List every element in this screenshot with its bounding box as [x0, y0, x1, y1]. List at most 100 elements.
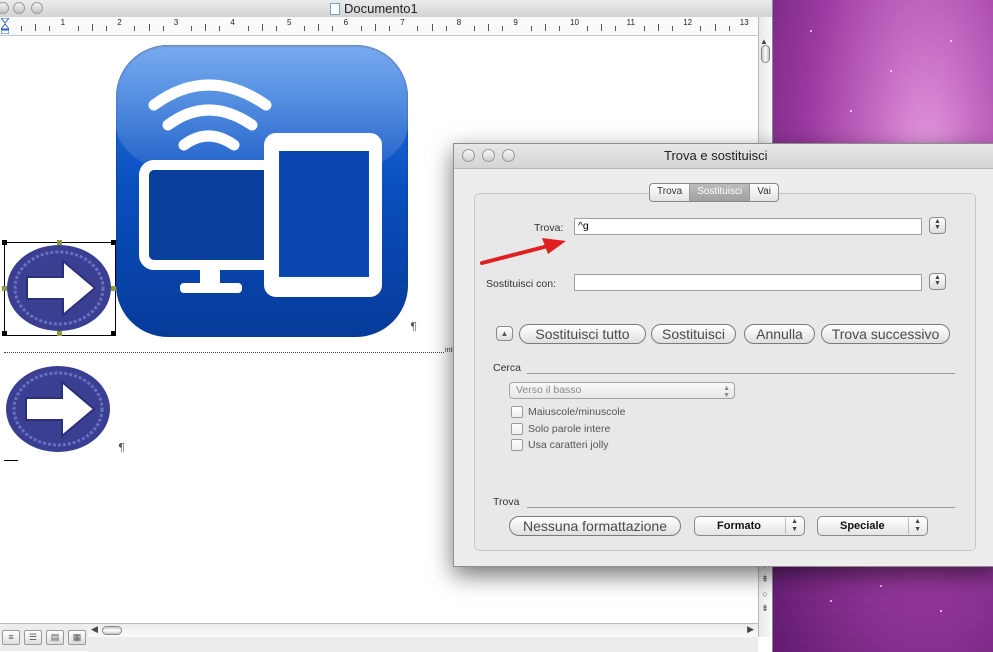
wildcards-checkbox[interactable]: Usa caratteri jolly: [511, 439, 609, 451]
ruler-number: 2: [117, 18, 122, 27]
section-divider: [527, 373, 955, 374]
paragraph-mark-icon: ¶: [410, 320, 417, 333]
print-layout-icon[interactable]: ▤: [46, 630, 64, 645]
minimize-window-button[interactable]: [13, 2, 25, 14]
ruler-number: 1: [60, 18, 66, 27]
replace-history-stepper[interactable]: ▲ ▼: [929, 273, 946, 290]
horizontal-scrollbar[interactable]: ◀ ▶: [88, 623, 758, 638]
find-input[interactable]: ^g: [574, 218, 922, 235]
special-popup-label: Speciale: [840, 520, 885, 532]
ruler-tick: [417, 26, 419, 31]
ruler-tick: [332, 26, 334, 31]
checkbox-label: Usa caratteri jolly: [528, 439, 609, 451]
next-page-icon[interactable]: ⇟: [761, 603, 769, 614]
draft-view-icon[interactable]: ≡: [2, 630, 20, 645]
tab-goto[interactable]: Vai: [749, 184, 778, 201]
section-break-line: [4, 352, 444, 353]
expand-options-button[interactable]: ▲: [496, 326, 513, 341]
ruler-tick: [530, 26, 532, 31]
ruler-tick: [49, 26, 51, 31]
replace-input[interactable]: [574, 274, 922, 291]
previous-page-icon[interactable]: ⇞: [761, 574, 769, 585]
find-section-label: Trova: [493, 496, 520, 508]
checkbox-label: Maiuscole/minuscole: [528, 406, 626, 418]
search-direction-select[interactable]: Verso il basso ▲ ▼: [509, 382, 735, 399]
outline-view-icon[interactable]: ☰: [24, 630, 42, 645]
ruler-tick: [728, 26, 730, 31]
horizontal-ruler[interactable]: 1 2 3 4 5 6 7 8 9 10 11 12 13: [0, 17, 758, 36]
red-annotation-arrow-icon: [480, 238, 566, 265]
checkbox-box[interactable]: [511, 423, 523, 435]
dialog-title: Trova e sostituisci: [664, 148, 768, 163]
resize-handle[interactable]: [57, 331, 62, 336]
ruler-tick: [148, 24, 150, 31]
document-title: Documento1: [330, 1, 418, 16]
indent-marker-icon[interactable]: [1, 18, 9, 34]
search-direction-value: Verso il basso: [516, 384, 582, 396]
special-popup-button[interactable]: Speciale ▲ ▼: [817, 516, 928, 536]
popup-arrows-icon: ▲ ▼: [908, 518, 921, 534]
resize-handle[interactable]: [2, 331, 7, 336]
zoom-window-button[interactable]: [31, 2, 43, 14]
document-icon: [330, 2, 340, 15]
remote-desktop-app-image[interactable]: [116, 45, 408, 337]
ruler-tick: [190, 26, 192, 31]
resize-handle[interactable]: [111, 240, 116, 245]
text-cursor: [4, 460, 18, 461]
view-buttons-bar: ≡ ☰ ▤ ▦: [0, 623, 88, 651]
zoom-dialog-button[interactable]: [502, 149, 515, 162]
find-history-stepper[interactable]: ▲ ▼: [929, 217, 946, 234]
find-next-button[interactable]: Trova successivo: [821, 324, 950, 344]
close-dialog-button[interactable]: [462, 149, 475, 162]
horizontal-scroll-thumb[interactable]: [102, 626, 122, 635]
vertical-scroll-thumb[interactable]: [761, 45, 770, 63]
ruler-number: 3: [173, 18, 179, 27]
scroll-left-icon[interactable]: ◀: [91, 624, 98, 635]
tab-find[interactable]: Trova: [650, 184, 689, 201]
close-window-button[interactable]: [0, 2, 9, 14]
arrow-image[interactable]: [4, 364, 112, 454]
dialog-titlebar: Trova e sostituisci: [454, 144, 993, 169]
ruler-tick: [91, 24, 93, 31]
whole-words-checkbox[interactable]: Solo parole intere: [511, 423, 610, 435]
resize-handle[interactable]: [111, 286, 116, 291]
ruler-tick: [672, 26, 674, 31]
ruler-tick: [35, 24, 37, 31]
checkbox-box[interactable]: [511, 406, 523, 418]
ruler-number: 8: [456, 18, 462, 27]
minimize-dialog-button[interactable]: [482, 149, 495, 162]
ruler-tick: [219, 26, 221, 31]
match-case-checkbox[interactable]: Maiuscole/minuscole: [511, 406, 625, 418]
ruler-tick: [657, 24, 659, 31]
ruler-tick: [502, 26, 504, 31]
ruler-number: 12: [683, 18, 693, 27]
image-selection-box[interactable]: [2, 240, 116, 336]
ruler-tick: [714, 24, 716, 31]
ruler-tick: [587, 26, 589, 31]
notebook-view-icon[interactable]: ▦: [68, 630, 86, 645]
no-formatting-button[interactable]: Nessuna formattazione: [509, 516, 681, 536]
replace-all-button[interactable]: Sostituisci tutto: [519, 324, 646, 344]
ruler-tick: [304, 26, 306, 31]
paragraph-mark-icon: ¶: [118, 441, 125, 454]
checkbox-box[interactable]: [511, 439, 523, 451]
resize-handle[interactable]: [57, 240, 62, 245]
tab-replace[interactable]: Sostituisci: [689, 184, 750, 201]
format-popup-button[interactable]: Formato ▲ ▼: [694, 516, 805, 536]
scroll-right-icon[interactable]: ▶: [747, 624, 754, 635]
document-title-text: Documento1: [344, 1, 418, 16]
ruler-tick: [21, 26, 23, 31]
popup-arrows-icon: ▲ ▼: [785, 518, 798, 534]
resize-handle[interactable]: [111, 331, 116, 336]
popup-arrows-icon: ▲ ▼: [723, 385, 730, 399]
browse-object-icon[interactable]: ○: [762, 589, 767, 599]
document-titlebar: Documento1: [0, 0, 772, 18]
search-section-label: Cerca: [493, 362, 522, 374]
cancel-button[interactable]: Annulla: [744, 324, 815, 344]
ruler-number: 11: [626, 18, 635, 27]
resize-handle[interactable]: [2, 286, 7, 291]
ruler-tick: [389, 26, 391, 31]
replace-button[interactable]: Sostituisci: [651, 324, 736, 344]
resize-handle[interactable]: [2, 240, 7, 245]
ruler-tick: [431, 24, 433, 31]
